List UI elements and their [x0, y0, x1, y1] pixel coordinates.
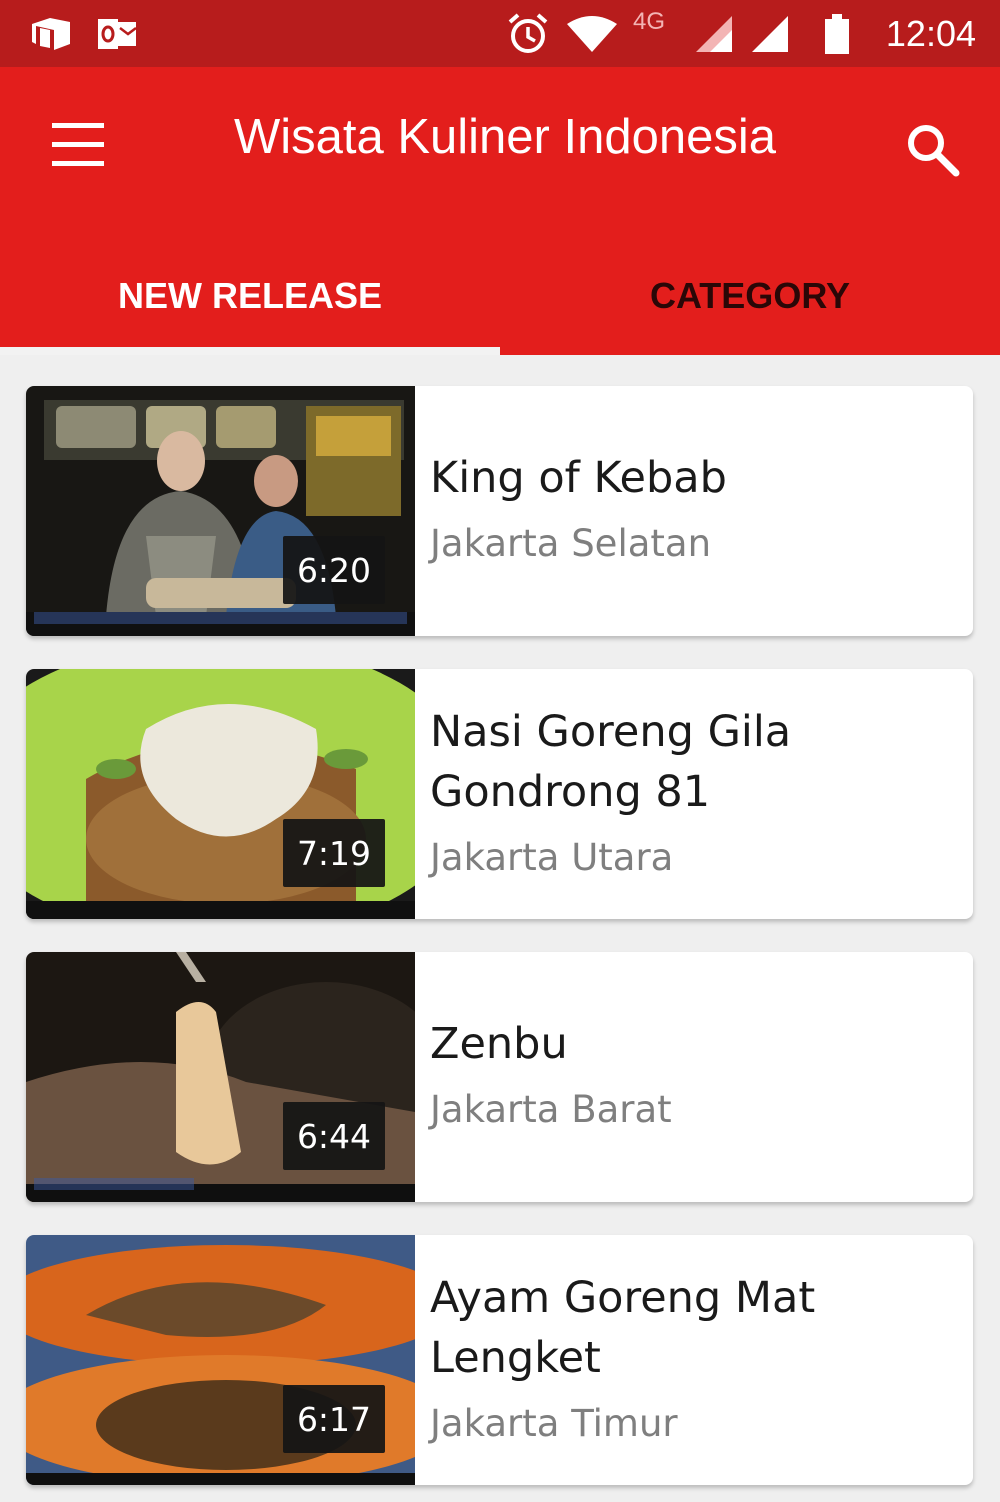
video-location: Jakarta Utara	[430, 836, 674, 879]
duration-badge: 7:19	[283, 819, 385, 887]
video-thumbnail: 6:20	[26, 386, 415, 636]
wifi-icon	[566, 0, 618, 67]
duration-badge: 6:17	[283, 1385, 385, 1453]
tab-new-release[interactable]: NEW RELEASE	[0, 257, 500, 335]
video-title: Ayam Goreng Mat Lengket	[430, 1273, 816, 1383]
network-type-label: 4G	[633, 8, 666, 35]
outlook-icon	[96, 0, 138, 67]
app-bar: Wisata Kuliner Indonesia NEW RELEASE CAT…	[0, 67, 1000, 355]
video-thumbnail: 6:17	[26, 1235, 415, 1485]
video-info: Ayam Goreng Mat Lengket Jakarta Timur	[430, 1235, 953, 1485]
video-card[interactable]: 6:17 Ayam Goreng Mat Lengket Jakarta Tim…	[26, 1235, 973, 1485]
video-thumbnail: 7:19	[26, 669, 415, 919]
status-bar: 4G 12:04	[0, 0, 1000, 67]
app-title: Wisata Kuliner Indonesia	[233, 110, 776, 164]
video-location: Jakarta Selatan	[430, 522, 712, 565]
search-icon[interactable]	[898, 117, 964, 183]
active-tab-indicator	[0, 347, 500, 355]
video-card[interactable]: 6:20 King of Kebab Jakarta Selatan	[26, 386, 973, 636]
clock: 12:04	[885, 12, 976, 54]
battery-icon	[822, 0, 852, 67]
broadcast-overlay-bar	[34, 1178, 194, 1190]
notification-app-icon	[28, 0, 74, 67]
video-info: Nasi Goreng Gila Gondrong 81 Jakarta Uta…	[430, 669, 953, 919]
duration-badge: 6:20	[283, 536, 385, 604]
video-title: Zenbu	[430, 1019, 568, 1069]
broadcast-overlay-bar	[34, 612, 407, 624]
video-info: Zenbu Jakarta Barat	[430, 952, 953, 1202]
video-title: Nasi Goreng Gila Gondrong 81	[430, 707, 792, 817]
video-card[interactable]: 7:19 Nasi Goreng Gila Gondrong 81 Jakart…	[26, 669, 973, 919]
alarm-icon	[506, 0, 550, 67]
tab-category[interactable]: CATEGORY	[500, 257, 1000, 335]
video-location: Jakarta Timur	[430, 1402, 678, 1445]
video-card[interactable]: 6:44 Zenbu Jakarta Barat	[26, 952, 973, 1202]
cell-signal-icon	[692, 0, 792, 67]
video-title: King of Kebab	[430, 453, 727, 503]
duration-badge: 6:44	[283, 1102, 385, 1170]
menu-icon[interactable]	[50, 123, 106, 167]
video-location: Jakarta Barat	[430, 1088, 672, 1131]
video-info: King of Kebab Jakarta Selatan	[430, 386, 953, 636]
video-thumbnail: 6:44	[26, 952, 415, 1202]
